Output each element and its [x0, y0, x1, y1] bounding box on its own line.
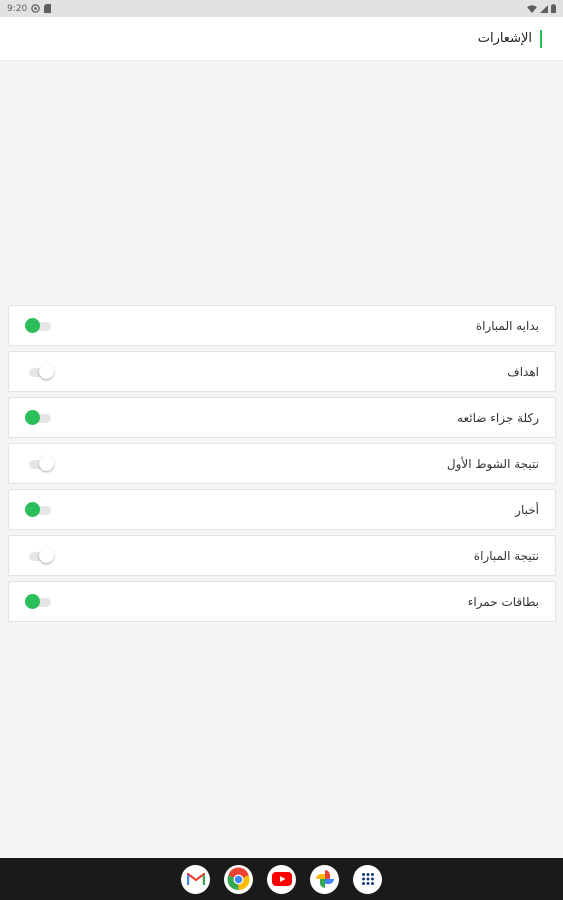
- setting-label: نتيجة الشوط الأول: [446, 456, 539, 471]
- news-toggle[interactable]: [25, 501, 53, 518]
- status-bar: 9:20: [0, 0, 563, 17]
- setting-row-goals[interactable]: اهداف: [8, 351, 556, 392]
- setting-label: بدايه المباراة: [475, 318, 539, 333]
- setting-row-missed-penalty[interactable]: ركلة جزاء ضائعه: [8, 397, 556, 438]
- notification-indicator-icon: [31, 4, 40, 13]
- setting-label: أخبار: [515, 502, 539, 517]
- youtube-icon[interactable]: [267, 864, 296, 894]
- toggle-knob: [25, 317, 40, 333]
- red-cards-toggle[interactable]: [25, 593, 53, 610]
- page-title: الإشعارات: [477, 31, 532, 46]
- toggle-knob: [25, 409, 40, 425]
- setting-row-match-start[interactable]: بدايه المباراة: [8, 305, 556, 346]
- notification-settings-list: بدايه المباراة اهداف ركلة جزاء ضائعه نتي…: [8, 305, 556, 627]
- setting-label: بطاقات حمراء: [467, 594, 539, 609]
- toggle-knob: [39, 547, 54, 563]
- photos-icon[interactable]: [310, 864, 339, 894]
- setting-row-news[interactable]: أخبار: [8, 489, 556, 530]
- signal-icon: [540, 4, 548, 13]
- toggle-knob: [25, 593, 40, 609]
- app-header: الإشعارات: [0, 17, 563, 61]
- setting-row-halftime-result[interactable]: نتيجة الشوط الأول: [8, 443, 556, 484]
- toggle-knob: [39, 363, 54, 379]
- app-dock: [0, 858, 563, 900]
- setting-label: نتيجة المباراة: [473, 548, 539, 563]
- toggle-knob: [25, 501, 40, 517]
- setting-label: ركلة جزاء ضائعه: [457, 410, 539, 425]
- toggle-knob: [39, 455, 54, 471]
- status-time: 9:20: [7, 3, 28, 14]
- app-drawer-icon[interactable]: [353, 864, 382, 894]
- match-start-toggle[interactable]: [25, 317, 53, 334]
- setting-row-match-result[interactable]: نتيجة المباراة: [8, 535, 556, 576]
- gmail-icon[interactable]: [181, 864, 210, 894]
- setting-row-red-cards[interactable]: بطاقات حمراء: [8, 581, 556, 622]
- goals-toggle[interactable]: [27, 363, 54, 380]
- title-accent-bar: [540, 29, 542, 48]
- chrome-icon[interactable]: [224, 864, 253, 894]
- missed-penalty-toggle[interactable]: [25, 409, 53, 426]
- halftime-result-toggle[interactable]: [27, 455, 54, 472]
- match-result-toggle[interactable]: [27, 547, 54, 564]
- battery-icon: [551, 4, 556, 13]
- wifi-icon: [527, 4, 537, 13]
- setting-label: اهداف: [507, 364, 539, 379]
- sim-card-icon: [44, 4, 52, 13]
